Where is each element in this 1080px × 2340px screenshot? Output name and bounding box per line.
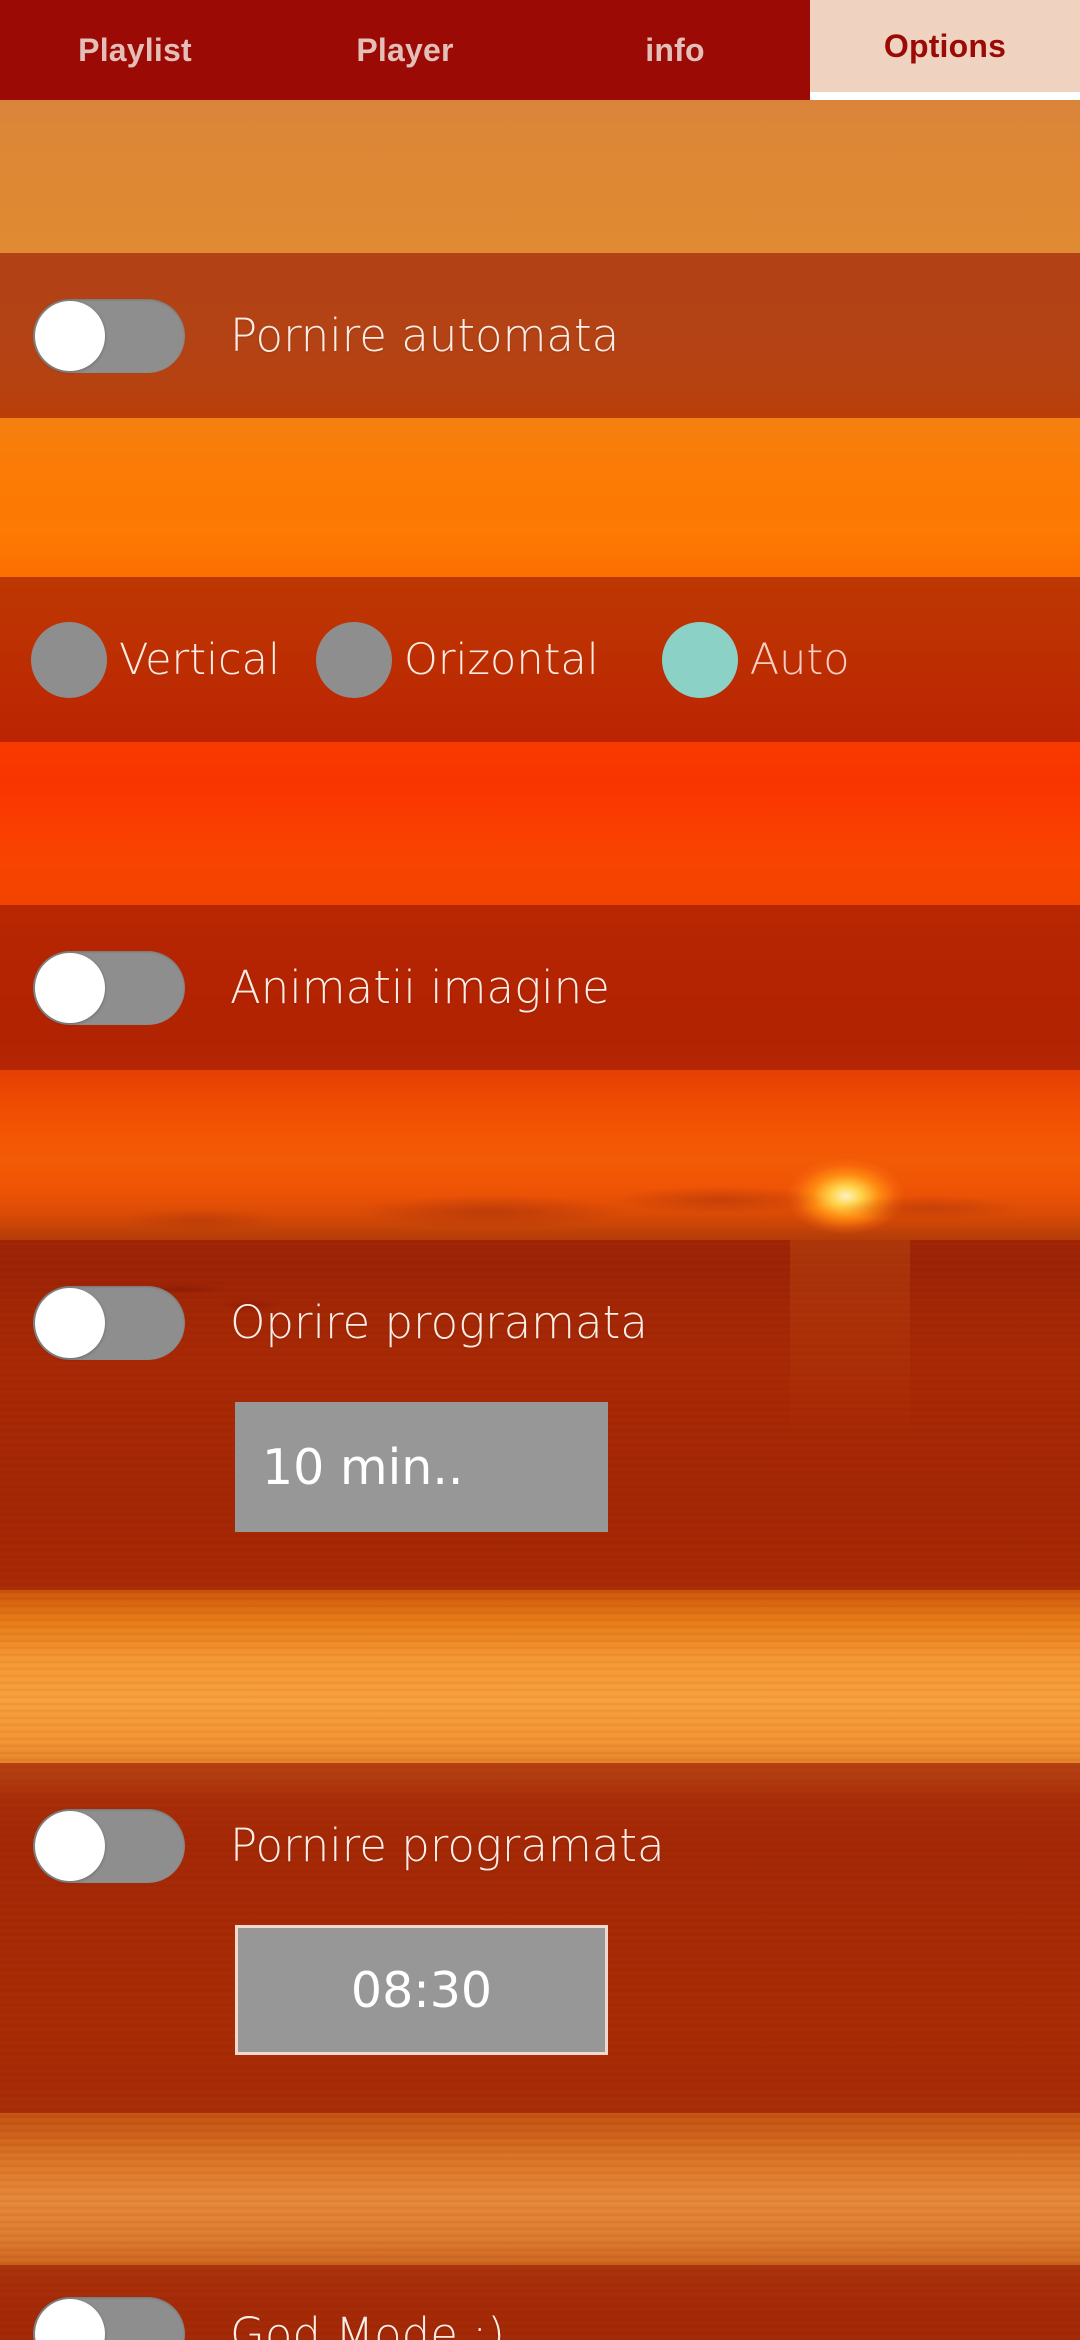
options-screen: Playlist Player info Options Pornire aut… [0,0,1080,2340]
scheduled-stop-value: 10 min.. [262,1438,464,1496]
tab-options[interactable]: Options [810,0,1080,100]
toggle-knob [35,1287,105,1358]
setting-row-autostart[interactable]: Pornire automata [0,253,1080,418]
label-image-animations: Animatii imagine [230,961,610,1014]
toggle-god-mode[interactable] [33,2297,185,2340]
radio-dot-auto[interactable] [661,621,738,698]
radio-dot-vertical[interactable] [31,621,107,698]
scheduled-start-time-field[interactable]: 08:30 [235,1925,608,2055]
toggle-knob [35,300,105,371]
label-scheduled-stop: Oprire programata [230,1296,648,1349]
toggle-scheduled-stop[interactable] [33,1285,185,1360]
tab-playlist-label: Playlist [78,31,192,68]
toggle-knob [35,952,105,1023]
scheduled-stop-value-select[interactable]: 10 min.. [235,1402,608,1532]
setting-row-orientation: Vertical Orizontal Auto [0,577,1080,742]
scheduled-start-time: 08:30 [350,1961,493,2019]
radio-option-vertical[interactable]: Vertical [31,621,280,698]
setting-row-scheduled-stop[interactable]: Oprire programata [0,1240,1080,1405]
tab-playlist[interactable]: Playlist [0,0,270,100]
radio-label-vertical: Vertical [119,634,280,685]
tab-bar: Playlist Player info Options [0,0,1080,100]
toggle-image-animations[interactable] [33,950,185,1025]
toggle-knob [35,2299,105,2340]
toggle-knob [35,1810,105,1881]
toggle-scheduled-start[interactable] [33,1808,185,1883]
radio-option-auto[interactable]: Auto [661,621,850,698]
label-scheduled-start: Pornire programata [230,1819,665,1872]
radio-option-orizontal[interactable]: Orizontal [315,621,599,698]
radio-label-auto: Auto [749,634,850,685]
tab-player[interactable]: Player [270,0,540,100]
setting-row-scheduled-start[interactable]: Pornire programata [0,1763,1080,1928]
toggle-autostart[interactable] [33,298,185,373]
tab-info-label: info [645,31,705,68]
radio-dot-orizontal[interactable] [315,621,392,698]
setting-row-god-mode[interactable]: God Mode :) [0,2289,1080,2340]
tab-player-label: Player [356,31,454,68]
tab-options-label: Options [883,27,1007,64]
setting-row-animations[interactable]: Animatii imagine [0,905,1080,1070]
tab-info[interactable]: info [540,0,810,100]
radio-label-orizontal: Orizontal [403,634,599,685]
label-autostart: Pornire automata [230,309,620,362]
label-god-mode: God Mode :) [230,2307,505,2340]
